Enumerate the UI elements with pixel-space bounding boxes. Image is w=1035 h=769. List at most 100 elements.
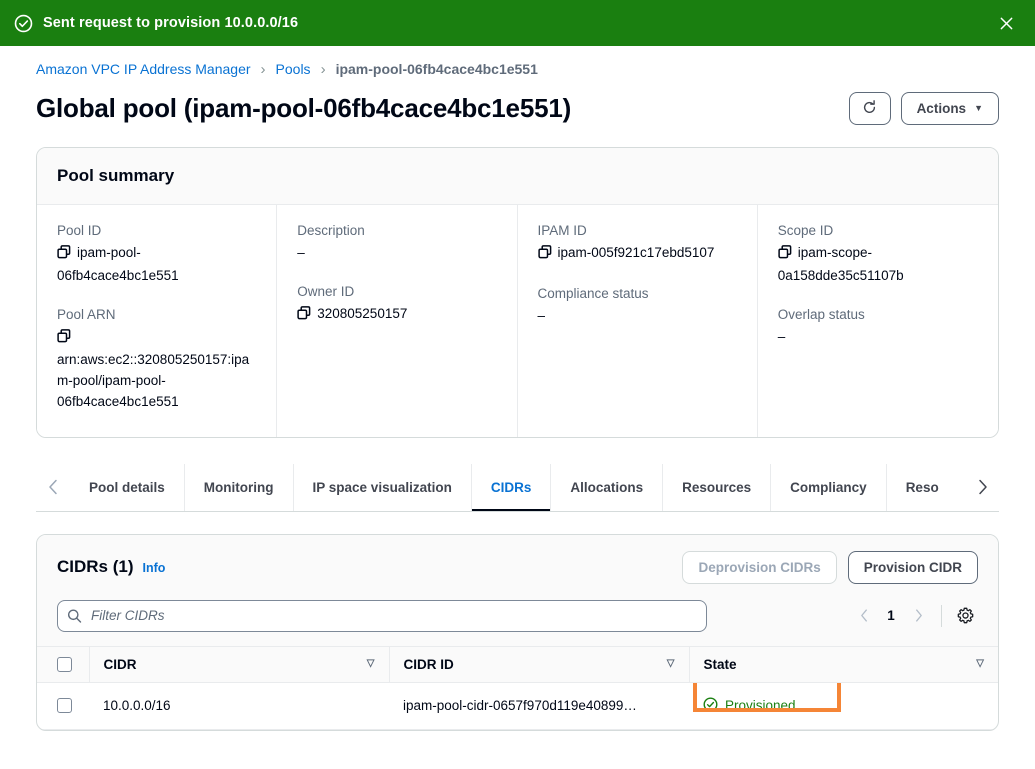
field-value: ipam-scope-0a158dde35c51107b [778,243,976,287]
column-label: State [704,657,737,672]
field-label: IPAM ID [538,223,735,238]
tab-cidrs[interactable]: CIDRs [471,464,551,511]
table-row[interactable]: 10.0.0.0/16 ipam-pool-cidr-0657f970d119e… [37,682,998,729]
cidrs-table: CIDR ▽ CIDR ID ▽ State ▽ [37,646,998,730]
row-select-cell [37,682,89,729]
field-overlap-status: Overlap status – [778,307,976,348]
tab-resource-truncated[interactable]: Reso [886,464,958,511]
breadcrumb-item-ipam[interactable]: Amazon VPC IP Address Manager [36,61,251,77]
select-all-header [37,646,89,682]
pool-summary-grid: Pool ID ipam-pool-06fb4cace4bc1e551 Pool… [37,205,998,437]
field-label: Overlap status [778,307,976,322]
copy-icon[interactable] [538,245,552,266]
copy-icon[interactable] [57,329,71,350]
column-header-cidr-id[interactable]: CIDR ID ▽ [389,646,689,682]
actions-button[interactable]: Actions ▼ [901,92,999,125]
tab-bar: Pool details Monitoring IP space visuali… [36,464,999,512]
status-success-icon [14,14,33,33]
divider [941,605,942,627]
field-value: arn:aws:ec2::320805250157:ipam-pool/ipam… [57,327,254,413]
gear-icon[interactable] [952,603,978,629]
cidrs-panel-header: CIDRs (1) Info Deprovision CIDRs Provisi… [37,535,998,596]
field-scope-id: Scope ID ipam-scope-0a158dde35c51107b [778,223,976,287]
pagination-next-icon[interactable] [905,603,931,629]
summary-column: Scope ID ipam-scope-0a158dde35c51107b Ov… [758,205,998,437]
cidrs-panel: CIDRs (1) Info Deprovision CIDRs Provisi… [36,534,999,731]
refresh-button[interactable] [849,92,891,125]
status-label: Provisioned [725,698,796,713]
tab-allocations[interactable]: Allocations [550,464,662,511]
sort-icon[interactable]: ▽ [667,659,675,669]
chevron-right-icon[interactable] [965,464,999,511]
tab-strip: Pool details Monitoring IP space visuali… [70,464,965,511]
field-value: – [778,327,976,348]
field-pool-arn: Pool ARN arn:aws:ec2::320805250157:ipam-… [57,307,254,413]
row-checkbox[interactable] [57,698,72,713]
copy-icon[interactable] [778,245,792,266]
column-header-state[interactable]: State ▽ [689,646,998,682]
field-description: Description – [297,223,494,264]
ipam-id-link[interactable]: ipam-005f921c17ebd5107 [558,245,715,260]
close-icon[interactable] [993,10,1019,36]
table-header: CIDR ▽ CIDR ID ▽ State ▽ [37,646,998,682]
field-pool-id: Pool ID ipam-pool-06fb4cace4bc1e551 [57,223,254,287]
table-header-row: CIDR ▽ CIDR ID ▽ State ▽ [37,646,998,682]
deprovision-cidrs-button[interactable]: Deprovision CIDRs [682,551,836,584]
chevron-left-icon[interactable] [36,464,70,511]
table-body: 10.0.0.0/16 ipam-pool-cidr-0657f970d119e… [37,682,998,729]
cidrs-title: CIDRs (1) [57,557,134,577]
select-all-checkbox[interactable] [57,657,72,672]
search-input[interactable] [57,600,707,632]
pagination-prev-icon[interactable] [851,603,877,629]
tab-ip-space-visualization[interactable]: IP space visualization [293,464,471,511]
flash-message: Sent request to provision 10.0.0.0/16 [43,15,993,31]
tab-compliancy[interactable]: Compliancy [770,464,886,511]
field-value: 320805250157 [297,304,494,327]
refresh-icon [862,100,877,118]
field-text: arn:aws:ec2::320805250157:ipam-pool/ipam… [57,352,249,409]
field-value: – [297,243,494,264]
cidrs-title-group: CIDRs (1) Info [57,557,165,577]
tab-monitoring[interactable]: Monitoring [184,464,293,511]
column-label: CIDR [104,657,137,672]
field-compliance-status: Compliance status – [538,286,735,327]
field-label: Description [297,223,494,238]
field-label: Pool ID [57,223,254,238]
field-value: ipam-005f921c17ebd5107 [538,243,735,266]
tab-resources[interactable]: Resources [662,464,770,511]
search-box [57,600,707,632]
cell-cidr: 10.0.0.0/16 [89,682,389,729]
field-label: Scope ID [778,223,976,238]
tab-pool-details[interactable]: Pool details [70,464,184,511]
cell-cidr-id: ipam-pool-cidr-0657f970d119e40899… [389,682,689,729]
pagination: 1 [851,603,978,629]
field-value: – [538,306,735,327]
info-link[interactable]: Info [143,561,166,575]
summary-column: Description – Owner ID 320805250157 [277,205,517,437]
summary-column: IPAM ID ipam-005f921c17ebd5107 Complianc… [518,205,758,437]
provision-cidr-button[interactable]: Provision CIDR [848,551,978,584]
breadcrumb-separator: › [261,62,266,77]
cidrs-panel-actions: Deprovision CIDRs Provision CIDR [682,551,978,584]
status-badge: Provisioned [703,697,796,715]
field-label: Compliance status [538,286,735,301]
field-label: Owner ID [297,284,494,299]
sort-icon[interactable]: ▽ [976,659,984,669]
copy-icon[interactable] [297,306,311,327]
page-header-actions: Actions ▼ [849,92,999,125]
sort-icon[interactable]: ▽ [367,659,375,669]
copy-icon[interactable] [57,245,71,266]
column-header-cidr[interactable]: CIDR ▽ [89,646,389,682]
scope-id-link[interactable]: ipam-scope-0a158dde35c51107b [778,245,904,283]
field-owner-id: Owner ID 320805250157 [297,284,494,327]
pool-summary-heading: Pool summary [37,148,998,205]
pagination-page-1[interactable]: 1 [879,608,903,623]
breadcrumb: Amazon VPC IP Address Manager › Pools › … [36,46,999,92]
breadcrumb-item-pools[interactable]: Pools [276,61,311,77]
field-text: ipam-pool-06fb4cace4bc1e551 [57,245,179,283]
field-ipam-id: IPAM ID ipam-005f921c17ebd5107 [538,223,735,266]
cidrs-filter-row: 1 [37,596,998,646]
pool-summary-card: Pool summary Pool ID ipam-pool-06fb4cace… [36,147,999,438]
column-label: CIDR ID [404,657,454,672]
breadcrumb-item-current: ipam-pool-06fb4cace4bc1e551 [336,61,538,77]
